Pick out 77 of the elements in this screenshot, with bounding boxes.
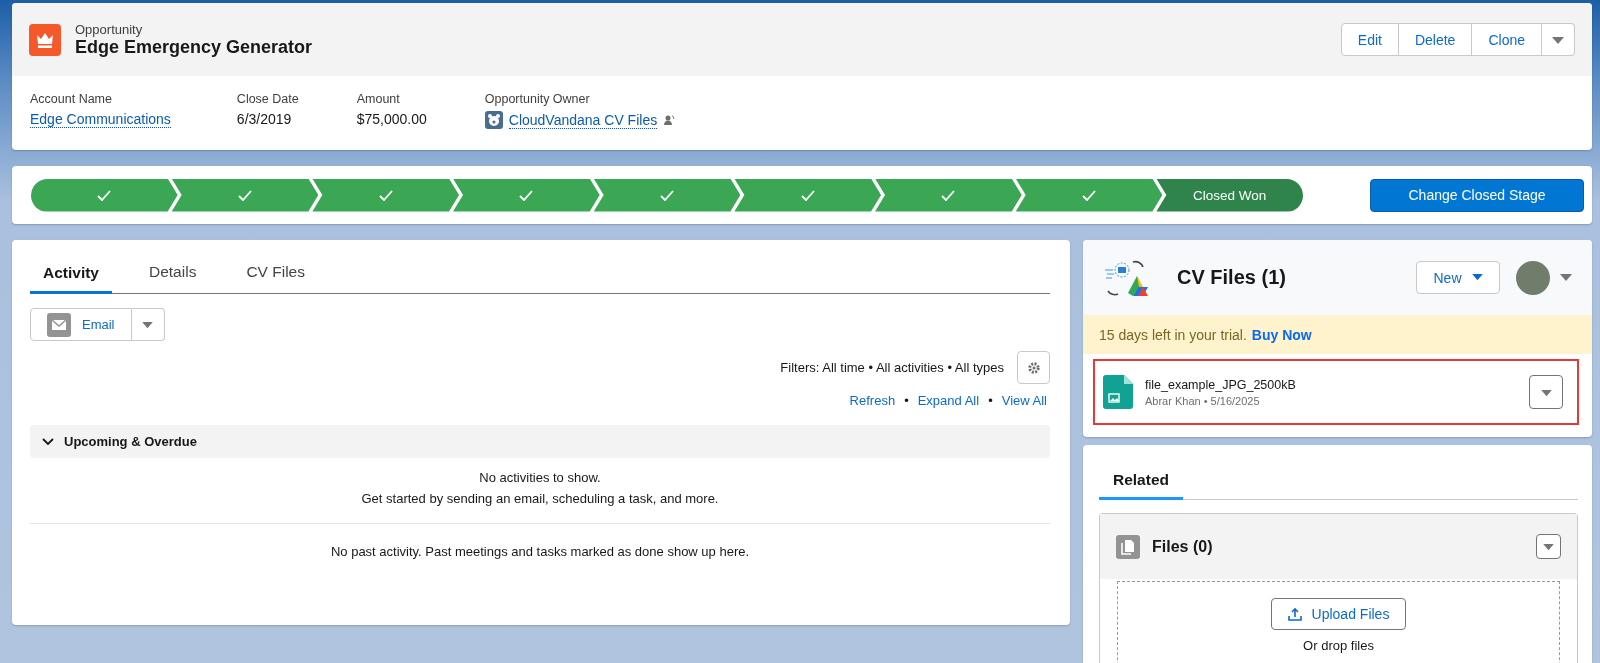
check-icon [519,189,534,201]
caret-icon [1543,544,1554,551]
caret-icon [142,322,153,329]
record-title: Edge Emergency Generator [75,36,313,58]
path-stage[interactable] [875,178,1022,212]
settings-icon [1026,360,1041,375]
email-button[interactable]: Email [30,308,132,341]
empty-message: No activities to show. [478,469,602,487]
path-stage[interactable] [593,178,741,212]
settings-button[interactable] [1017,351,1050,384]
field-label: Amount [356,92,401,106]
filters-text: Filters: All time • All activities • All types [780,360,1004,375]
action-button[interactable]: Clone [1472,23,1542,56]
field-link[interactable]: CloudVandana CV Files [508,111,658,129]
action-button[interactable]: Delete [1398,23,1473,56]
field-label: Close Date [236,92,299,106]
check-icon [660,189,674,201]
check-icon [97,189,112,201]
check-icon [238,189,252,201]
separator-dot: • [988,393,993,408]
path-stage[interactable]: Closed Won [1156,178,1304,212]
upload-files-button[interactable]: Upload Files [1270,598,1407,630]
trial-message: 15 days left in your trial. [1099,326,1247,343]
caret-icon[interactable] [1560,273,1572,282]
path-stage[interactable] [453,178,600,212]
field-value: $75,000.00 [356,111,427,127]
action-button[interactable]: Edit [1340,23,1399,56]
activity-link[interactable]: Expand All [917,393,980,408]
file-name: file_example_JPG_2500kB [1145,377,1297,392]
files-icon [1116,534,1140,559]
crown-icon [29,23,61,56]
section-header[interactable]: Upcoming & Overdue [30,425,1050,458]
check-icon [1082,189,1097,201]
upload-icon [1287,607,1302,621]
field-link[interactable]: Edge Communications [30,111,171,128]
file-row[interactable]: file_example_JPG_2500kB Abrar Khan • 5/16/2025 [1093,359,1579,425]
record-type: Opportunity [75,21,144,37]
path-stage[interactable] [171,178,319,212]
tab[interactable]: Activity [30,264,112,294]
path-stage[interactable] [31,178,178,212]
drop-files-text: Or drop files [1303,638,1374,653]
empty-message: Get started by sending an email, scheduling a task, and more. [360,490,720,508]
tab[interactable]: CV Files [233,263,318,293]
change-stage-button[interactable]: Change Closed Stage [1370,178,1584,212]
email-menu-button[interactable] [131,308,165,341]
check-icon [800,189,815,201]
buy-now-link[interactable]: Buy Now [1251,326,1312,343]
file-menu-button[interactable] [1529,375,1563,409]
past-activity-message: No past activity. Past meetings and tasks marked as done show up here. [329,543,751,559]
avatar-placeholder[interactable] [1516,260,1550,295]
section-title: Upcoming & Overdue [64,434,197,449]
path-stage[interactable] [1015,178,1163,212]
files-menu-button[interactable] [1536,534,1561,559]
check-icon [378,189,393,201]
cv-files-title: CV Files (1) [1177,266,1286,289]
activity-link[interactable]: View All [1001,393,1047,408]
field-label: Account Name [30,92,113,106]
envelope-icon [47,312,71,337]
caret-icon [1471,274,1483,281]
related-tab[interactable]: Related [1099,471,1183,500]
caret-icon [1552,36,1564,45]
separator-dot: • [904,393,909,408]
files-title: Files (0) [1152,537,1213,556]
user-logo-icon [484,111,503,129]
new-button[interactable]: New [1416,261,1500,294]
more-actions-button[interactable] [1542,23,1575,56]
tab[interactable]: Details [136,263,210,293]
check-icon [941,189,956,201]
image-file-icon [1103,375,1133,409]
change-owner-icon[interactable] [663,114,676,126]
activity-link[interactable]: Refresh [849,393,896,408]
caret-icon [1540,389,1552,397]
file-meta: Abrar Khan • 5/16/2025 [1145,394,1261,407]
path-stage[interactable] [734,178,882,212]
field-label: Opportunity Owner [484,92,591,106]
path-stage[interactable] [312,178,459,212]
field-value: 6/3/2019 [236,111,292,127]
